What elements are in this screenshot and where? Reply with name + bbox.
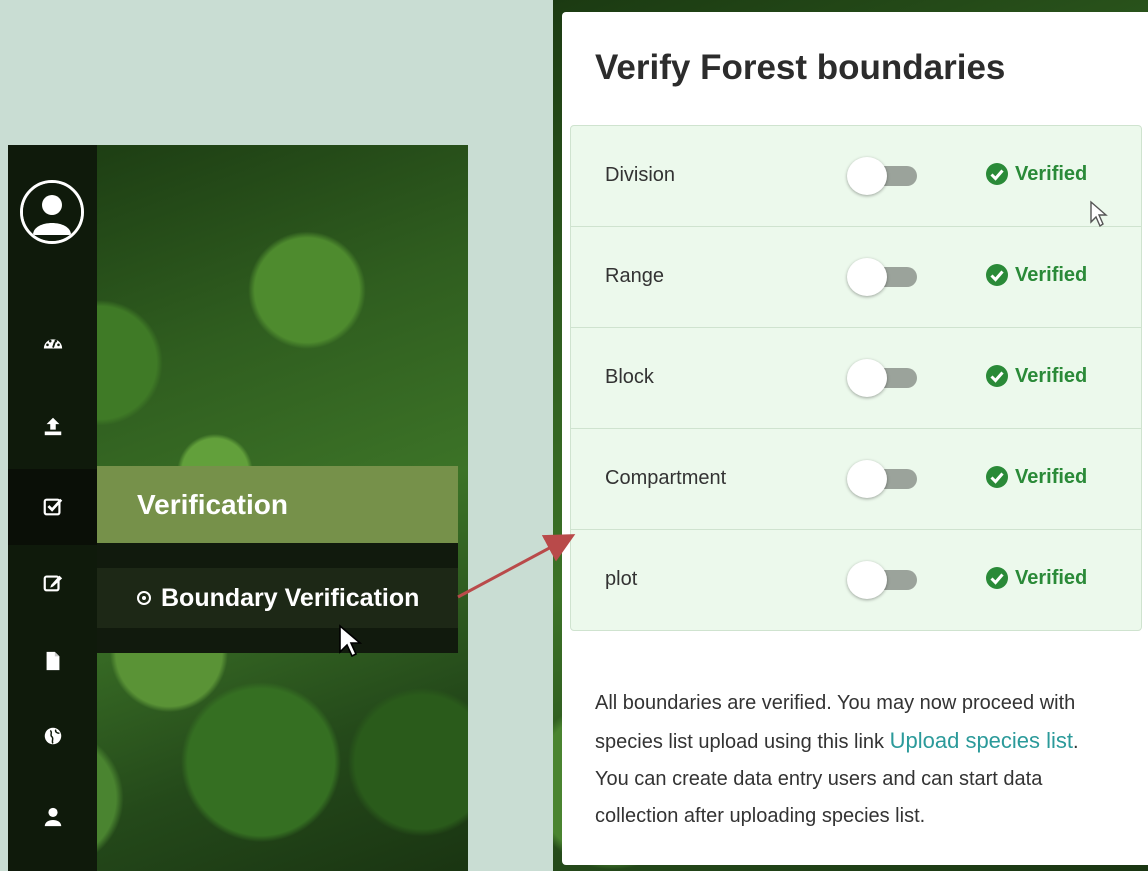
status-text: Verified <box>1015 566 1088 589</box>
submenu-boundary-verification[interactable]: Boundary Verification <box>97 568 458 628</box>
boundary-row-compartment: Compartment Verified <box>571 429 1141 530</box>
document-icon[interactable] <box>8 623 97 699</box>
user-avatar-icon[interactable] <box>20 180 84 244</box>
status-text: Verified <box>1015 263 1088 286</box>
status-text: Verified <box>1015 465 1088 488</box>
status-badge: Verified <box>985 566 1087 590</box>
status-badge: Verified <box>985 263 1087 287</box>
sidebar <box>8 145 97 871</box>
boundary-row-block: Block Verified <box>571 328 1141 429</box>
compartment-toggle[interactable] <box>847 460 919 498</box>
check-circle-icon <box>986 466 1008 488</box>
verification-message: All boundaries are verified. You may now… <box>595 685 1115 835</box>
status-badge: Verified <box>985 364 1087 388</box>
menu-verification-title[interactable]: Verification <box>97 466 458 543</box>
status-text: Verified <box>1015 162 1088 185</box>
verification-check-icon[interactable] <box>8 469 97 545</box>
submenu-item-label: Boundary Verification <box>161 583 420 612</box>
bullet-circle-icon <box>137 591 151 605</box>
check-circle-icon <box>986 163 1008 185</box>
panel-title: Verify Forest boundaries <box>595 48 1006 87</box>
row-label: Range <box>605 265 664 287</box>
status-badge: Verified <box>985 162 1087 186</box>
upload-icon[interactable] <box>8 388 97 464</box>
row-label: plot <box>605 568 638 590</box>
range-toggle[interactable] <box>847 258 919 296</box>
submenu-panel: Boundary Verification <box>97 543 458 653</box>
status-text: Verified <box>1015 364 1088 387</box>
dashboard-icon[interactable] <box>8 305 97 381</box>
mouse-cursor-icon <box>1090 200 1108 228</box>
boundary-row-plot: plot Verified <box>571 530 1141 630</box>
check-circle-icon <box>986 567 1008 589</box>
plot-toggle[interactable] <box>847 561 919 599</box>
user-icon[interactable] <box>8 779 97 855</box>
boundary-list: Division Verified Range Verified Block V… <box>570 125 1142 631</box>
boundary-row-range: Range Verified <box>571 227 1141 328</box>
status-badge: Verified <box>985 465 1087 489</box>
row-label: Block <box>605 366 654 388</box>
check-circle-icon <box>986 365 1008 387</box>
row-label: Compartment <box>605 467 727 489</box>
division-toggle[interactable] <box>847 157 919 195</box>
row-label: Division <box>605 164 676 186</box>
globe-icon[interactable] <box>8 698 97 774</box>
edit-icon[interactable] <box>8 545 97 621</box>
block-toggle[interactable] <box>847 359 919 397</box>
check-circle-icon <box>986 264 1008 286</box>
mouse-cursor-icon <box>339 624 363 658</box>
boundary-row-division: Division Verified <box>571 126 1141 227</box>
verify-boundaries-panel: Verify Forest boundaries Division Verifi… <box>562 12 1148 865</box>
upload-species-list-link[interactable]: Upload species list <box>890 728 1073 753</box>
